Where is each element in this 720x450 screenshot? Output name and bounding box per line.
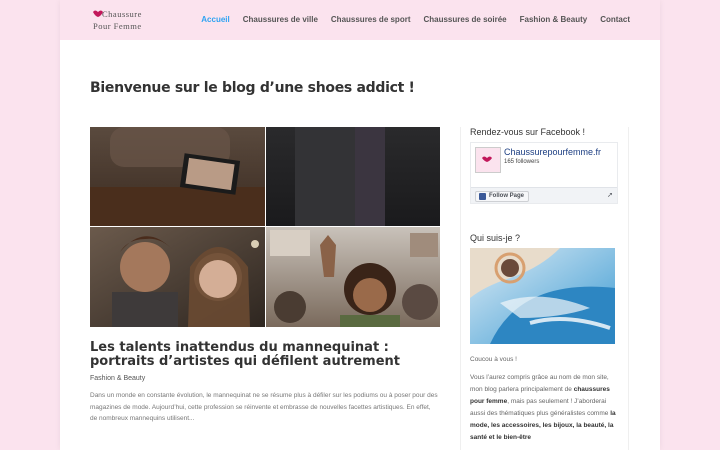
sidebar-divider-right — [628, 127, 629, 450]
facebook-page-name[interactable]: Chaussurepourfemme.fr — [504, 147, 601, 157]
article-featured-image[interactable] — [90, 127, 440, 327]
facebook-page-avatar[interactable] — [475, 147, 501, 173]
facebook-page-widget: Chaussurepourfemme.fr 165 followers Foll… — [470, 142, 618, 204]
site-logo[interactable]: Chaussure Pour Femme — [92, 9, 154, 33]
nav-item-contact[interactable]: Contact — [600, 15, 630, 24]
share-icon[interactable]: ➚ — [607, 191, 613, 199]
article-excerpt: Dans un monde en constante évolution, le… — [90, 392, 438, 422]
nav-item-accueil[interactable]: Accueil — [201, 15, 229, 24]
logo-text-line2: Pour Femme — [93, 21, 142, 31]
article-title-link[interactable]: Les talents inattendus du mannequinat : … — [90, 341, 435, 369]
heart-icon — [482, 156, 492, 162]
nav-item-fashion-beauty[interactable]: Fashion & Beauty — [520, 15, 588, 24]
page-title: Bienvenue sur le blog d’une shoes addict… — [90, 80, 415, 96]
facebook-followers-count: 165 followers — [504, 159, 540, 165]
article-category-link[interactable]: Fashion & Beauty — [90, 375, 145, 382]
about-description: Vous l’aurez compris grâce au nom de mon… — [470, 372, 620, 444]
about-greeting: Coucou à vous ! — [470, 356, 517, 363]
about-author-image — [470, 248, 615, 344]
author-portrait — [470, 248, 615, 344]
site-header: Chaussure Pour Femme Accueil Chaussures … — [60, 0, 660, 40]
sidebar-divider — [460, 127, 461, 450]
follow-page-label: Follow Page — [489, 193, 525, 199]
facebook-widget-heading: Rendez-vous sur Facebook ! — [470, 127, 586, 137]
logo-text-line1: Chaussure — [102, 9, 142, 19]
facebook-icon — [479, 193, 486, 200]
featured-collage — [90, 127, 440, 327]
follow-page-button[interactable]: Follow Page — [475, 191, 530, 202]
nav-item-chaussures-de-soiree[interactable]: Chaussures de soirée — [423, 15, 506, 24]
nav-item-chaussures-de-ville[interactable]: Chaussures de ville — [243, 15, 318, 24]
nav-item-chaussures-de-sport[interactable]: Chaussures de sport — [331, 15, 411, 24]
main-nav: Accueil Chaussures de ville Chaussures d… — [201, 15, 630, 24]
about-widget-heading: Qui suis-je ? — [470, 233, 521, 243]
page-container: Chaussure Pour Femme Accueil Chaussures … — [60, 0, 660, 450]
